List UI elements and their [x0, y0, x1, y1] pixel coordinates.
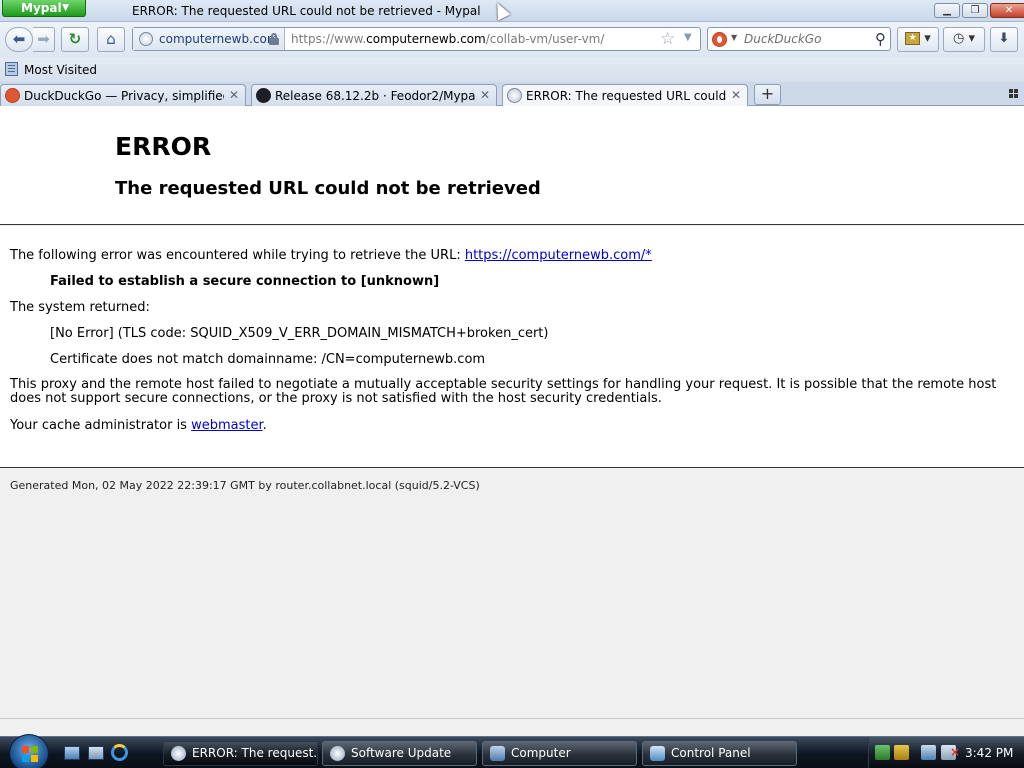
- lock-icon: [269, 33, 279, 45]
- tab-duckduckgo[interactable]: DuckDuckGo — Privacy, simplified. ✕: [0, 84, 246, 106]
- page-subtitle: The requested URL could not be retrieved: [115, 178, 541, 199]
- downloads-button[interactable]: ⬇: [990, 27, 1018, 52]
- tray-security-icon[interactable]: [894, 745, 909, 760]
- title-bar: Mypal ▼ ERROR: The requested URL could n…: [0, 0, 1024, 22]
- duckduckgo-favicon-icon: [5, 88, 20, 103]
- certificate-mismatch-message: Certificate does not match domainname: /…: [50, 352, 486, 367]
- app-menu-button[interactable]: Mypal ▼: [2, 0, 86, 17]
- tab-close-icon[interactable]: ✕: [731, 88, 741, 102]
- tab-label: Release 68.12.2b · Feodor2/Mypal68 · ...: [275, 89, 475, 103]
- page-content: ERROR The requested URL could not be ret…: [0, 106, 1024, 736]
- bookmarks-menu-button[interactable]: ★ ▾: [897, 27, 939, 52]
- most-visited-bookmark[interactable]: Most Visited: [24, 63, 97, 77]
- tab-github-release[interactable]: Release 68.12.2b · Feodor2/Mypal68 · ...…: [251, 84, 497, 106]
- taskbar: ERROR: The request... Software Update Co…: [0, 734, 1024, 768]
- search-bar[interactable]: ▼ DuckDuckGo ⚲: [707, 27, 891, 51]
- admin-prefix: Your cache administrator is: [10, 418, 192, 433]
- taskbar-item-label: Control Panel: [671, 746, 751, 760]
- tls-code-message: [No Error] (TLS code: SQUID_X509_V_ERR_D…: [50, 326, 549, 341]
- bookmark-star-icon[interactable]: ☆: [660, 29, 675, 49]
- new-tab-button[interactable]: +: [754, 84, 781, 105]
- globe-favicon-icon: [507, 88, 522, 103]
- webmaster-link[interactable]: webmaster: [191, 418, 263, 433]
- error-intro: The following error was encountered whil…: [10, 248, 652, 263]
- search-icon[interactable]: ⚲: [875, 30, 886, 48]
- app-menu-label: Mypal: [21, 1, 62, 15]
- back-button[interactable]: ⬅: [5, 27, 33, 52]
- network-icon[interactable]: [921, 745, 936, 760]
- taskbar-item-label: Computer: [511, 746, 571, 760]
- taskbar-item-label: ERROR: The request...: [192, 746, 318, 760]
- start-button[interactable]: [9, 734, 49, 768]
- error-body: The following error was encountered whil…: [0, 226, 1024, 468]
- clock[interactable]: 3:42 PM: [965, 746, 1013, 760]
- status-bar: [0, 718, 1024, 736]
- admin-suffix: .: [262, 418, 267, 433]
- browser-icon: [171, 746, 186, 761]
- tab-label: ERROR: The requested URL could not ...: [526, 89, 726, 103]
- tab-list-icon[interactable]: [1009, 89, 1018, 98]
- search-engine-dropdown-icon[interactable]: ▼: [731, 33, 737, 42]
- bookmarks-icon: ★: [905, 32, 921, 45]
- tray-update-icon[interactable]: [875, 745, 890, 760]
- volume-muted-icon[interactable]: [941, 745, 960, 760]
- navigation-toolbar: ⬅ ➡ ↻ ⌂ computernewb.com https://www.com…: [0, 22, 1024, 58]
- computer-icon: [490, 746, 505, 761]
- software-update-icon: [330, 746, 345, 761]
- taskbar-item-label: Software Update: [351, 746, 452, 760]
- error-header: ERROR The requested URL could not be ret…: [0, 106, 1024, 225]
- switch-windows-icon[interactable]: [88, 746, 104, 760]
- bookmarks-toolbar: Most Visited: [0, 58, 1024, 82]
- github-favicon-icon: [256, 88, 271, 103]
- control-panel-icon: [650, 746, 665, 761]
- search-input[interactable]: DuckDuckGo: [744, 32, 821, 46]
- system-returned-label: The system returned:: [10, 300, 150, 315]
- maximize-button[interactable]: ❐: [962, 3, 988, 18]
- tab-error-page[interactable]: ERROR: The requested URL could not ... ✕: [502, 84, 748, 107]
- taskbar-item-software-update[interactable]: Software Update: [322, 741, 477, 766]
- url-path: /collab-vm/user-vm/: [485, 32, 605, 46]
- reload-button[interactable]: ↻: [61, 27, 89, 52]
- requested-url-link[interactable]: https://computernewb.com/*: [465, 248, 652, 263]
- window-title: ERROR: The requested URL could not be re…: [132, 4, 481, 18]
- close-window-button[interactable]: ✕: [990, 3, 1024, 18]
- history-button[interactable]: ◷ ▾: [943, 27, 985, 52]
- bookmarks-caret-icon: ▾: [924, 31, 931, 46]
- error-intro-text: The following error was encountered whil…: [10, 248, 465, 263]
- explanation-text: This proxy and the remote host failed to…: [10, 377, 997, 406]
- url-host: computernewb.com: [366, 32, 486, 46]
- admin-line: Your cache administrator is webmaster.: [10, 418, 267, 433]
- generated-footer: Generated Mon, 02 May 2022 22:39:17 GMT …: [10, 479, 480, 492]
- site-identity-label: computernewb.com: [159, 32, 279, 46]
- most-visited-icon: [5, 62, 18, 76]
- tab-close-icon[interactable]: ✕: [480, 88, 490, 102]
- duckduckgo-icon[interactable]: [712, 32, 727, 47]
- page-title: ERROR: [115, 132, 212, 161]
- forward-button[interactable]: ➡: [33, 27, 55, 52]
- tab-strip: DuckDuckGo — Privacy, simplified. ✕ Rele…: [0, 82, 1024, 107]
- home-button[interactable]: ⌂: [97, 27, 125, 52]
- url-scheme: https://www.: [291, 32, 367, 46]
- globe-icon: [139, 32, 153, 46]
- taskbar-item-control-panel[interactable]: Control Panel: [642, 741, 797, 766]
- url-text[interactable]: https://www.computernewb.com/collab-vm/u…: [291, 32, 604, 46]
- taskbar-item-computer[interactable]: Computer: [482, 741, 637, 766]
- taskbar-item-browser[interactable]: ERROR: The request...: [163, 741, 318, 766]
- app-menu-arrow-icon: ▼: [62, 3, 69, 13]
- site-identity-button[interactable]: computernewb.com: [133, 28, 285, 50]
- failure-message: Failed to establish a secure connection …: [50, 274, 440, 289]
- minimize-button[interactable]: ▁: [934, 3, 960, 18]
- internet-explorer-icon[interactable]: [111, 744, 128, 761]
- url-history-dropdown-icon[interactable]: ▼: [684, 32, 692, 43]
- show-desktop-icon[interactable]: [64, 746, 80, 760]
- system-tray: 3:42 PM: [868, 737, 1024, 768]
- tab-label: DuckDuckGo — Privacy, simplified.: [24, 89, 224, 103]
- tab-close-icon[interactable]: ✕: [229, 88, 239, 102]
- url-bar[interactable]: computernewb.com https://www.computernew…: [132, 27, 701, 51]
